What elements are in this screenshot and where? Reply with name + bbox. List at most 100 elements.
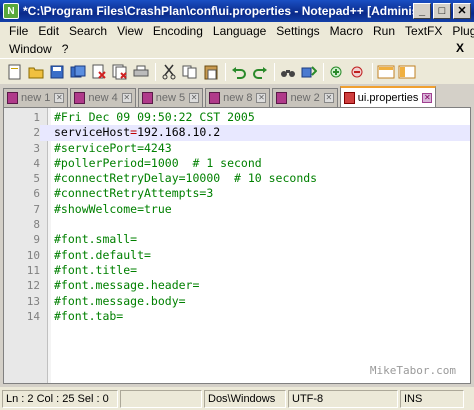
tab-label: new 4 [88, 92, 118, 104]
code-text: #font.default= [54, 247, 151, 262]
code-line: 8 [4, 217, 470, 232]
save-all-icon[interactable] [68, 62, 88, 82]
copy-icon[interactable] [180, 62, 200, 82]
print-icon[interactable] [131, 62, 151, 82]
tab-new-1[interactable]: new 1 ✕ [3, 88, 69, 107]
paste-icon[interactable] [201, 62, 221, 82]
tab-new-5[interactable]: new 5 ✕ [137, 88, 204, 107]
line-number: 4 [33, 156, 40, 170]
tab-close-icon[interactable]: ✕ [323, 93, 334, 103]
menu-textfx[interactable]: TextFX [400, 24, 447, 38]
line-number: 6 [33, 187, 40, 201]
toolbar-separator [323, 62, 324, 81]
find-icon[interactable] [278, 62, 298, 82]
toolbar-separator [155, 62, 156, 81]
code-line: 6 #connectRetryAttempts=3 [4, 186, 470, 201]
zoom-in-icon[interactable] [327, 62, 347, 82]
menu-view[interactable]: View [112, 24, 148, 38]
menu-settings[interactable]: Settings [271, 24, 324, 38]
undo-icon[interactable] [229, 62, 249, 82]
tab-close-icon[interactable]: ✕ [189, 93, 200, 103]
minimize-button[interactable]: _ [413, 3, 431, 19]
cut-icon[interactable] [159, 62, 179, 82]
tab-ui-properties[interactable]: ui.properties ✕ [339, 86, 437, 107]
menu-encoding[interactable]: Encoding [148, 24, 208, 38]
code-line: 12 #font.message.header= [4, 278, 470, 293]
toolbar [0, 58, 474, 84]
file-icon [209, 92, 221, 104]
status-bar: Ln : 2 Col : 25 Sel : 0 Dos\Windows UTF-… [0, 387, 474, 410]
menu-window[interactable]: Window [4, 42, 57, 56]
tab-label: new 8 [223, 92, 253, 104]
editor-lines: 1 #Fri Dec 09 09:50:22 CST 2005 2 serviceHo… [4, 110, 470, 324]
tab-close-icon[interactable]: ✕ [121, 93, 132, 103]
sync-h-icon[interactable] [397, 62, 417, 82]
code-text: #font.message.header= [54, 278, 200, 293]
line-number: 8 [33, 218, 40, 232]
open-file-icon[interactable] [26, 62, 46, 82]
menu-plugins[interactable]: Plugins [447, 24, 474, 38]
window-title: *C:\Program Files\CrashPlan\conf\ui.prop… [23, 4, 413, 18]
line-number: 13 [26, 294, 40, 308]
line-number: 10 [26, 248, 40, 262]
menu-macro[interactable]: Macro [325, 24, 368, 38]
tab-bar: new 1 ✕ new 4 ✕ new 5 ✕ new 8 ✕ new 2 ✕ ui.propert… [0, 85, 474, 107]
code-line: 2 serviceHost=192.168.10.2 [4, 125, 470, 141]
notepadpp-icon: N [3, 3, 19, 19]
tab-close-icon[interactable]: ✕ [256, 93, 267, 103]
replace-icon[interactable] [299, 62, 319, 82]
code-text: #showWelcome=true [54, 201, 172, 216]
menu-search[interactable]: Search [64, 24, 112, 38]
tab-new-4[interactable]: new 4 ✕ [70, 88, 136, 107]
file-icon [7, 92, 18, 104]
code-line: 1 #Fri Dec 09 09:50:22 CST 2005 [4, 110, 470, 125]
code-line: 11 #font.title= [4, 263, 470, 278]
code-text: #servicePort=4243 [54, 140, 172, 155]
status-position: Ln : 2 Col : 25 Sel : 0 [2, 389, 118, 408]
code-text: #connectRetryAttempts=3 [54, 186, 214, 201]
code-text: #font.title= [54, 262, 138, 277]
menu-edit[interactable]: Edit [33, 24, 64, 38]
window-controls: _ □ ✕ [413, 3, 471, 19]
tab-new-2[interactable]: new 2 ✕ [272, 88, 338, 107]
maximize-button[interactable]: □ [433, 3, 451, 19]
line-number: 12 [26, 279, 40, 293]
menu-bar: File Edit Search View Encoding Language Settin… [0, 22, 474, 58]
close-icon[interactable] [89, 62, 109, 82]
tab-close-icon[interactable]: ✕ [54, 93, 65, 103]
code-line: 14 #font.tab= [4, 309, 470, 324]
menu-run[interactable]: Run [368, 24, 400, 38]
tab-label: ui.properties [357, 91, 419, 104]
code-line: 9 #font.small= [4, 232, 470, 247]
code-text: serviceHost=192.168.10.2 [54, 125, 220, 140]
menu-file[interactable]: File [4, 24, 33, 38]
toolbar-separator [274, 62, 275, 81]
close-window-button[interactable]: ✕ [453, 3, 471, 19]
line-number: 7 [33, 202, 40, 216]
code-val: 192.168.10.2 [137, 125, 221, 140]
zoom-out-icon[interactable] [348, 62, 368, 82]
file-icon [343, 91, 355, 104]
sync-v-icon[interactable] [376, 62, 396, 82]
line-number: 2 [4, 125, 40, 141]
code-text: #font.small= [54, 232, 138, 247]
status-encoding: UTF-8 [288, 389, 398, 408]
tab-new-8[interactable]: new 8 ✕ [205, 88, 271, 107]
close-all-icon[interactable] [110, 62, 130, 82]
close-document-button[interactable]: X [456, 41, 464, 55]
title-bar[interactable]: N *C:\Program Files\CrashPlan\conf\ui.pr… [0, 0, 474, 22]
new-file-icon[interactable] [5, 62, 25, 82]
watermark: MikeTabor.com [369, 364, 456, 377]
editor[interactable]: 1 #Fri Dec 09 09:50:22 CST 2005 2 serviceHo… [3, 107, 471, 384]
code-line: 3 #servicePort=4243 [4, 141, 470, 156]
save-icon[interactable] [47, 62, 67, 82]
menu-help[interactable]: ? [57, 42, 74, 56]
tab-label: new 2 [290, 92, 320, 104]
tab-close-icon[interactable]: ✕ [422, 92, 433, 103]
file-icon [74, 92, 86, 104]
menu-language[interactable]: Language [208, 24, 271, 38]
line-number: 1 [33, 111, 40, 124]
status-line-ending: Dos\Windows [204, 389, 286, 408]
code-text: #connectRetryDelay=10000 # 10 seconds [54, 171, 318, 186]
redo-icon[interactable] [250, 62, 270, 82]
